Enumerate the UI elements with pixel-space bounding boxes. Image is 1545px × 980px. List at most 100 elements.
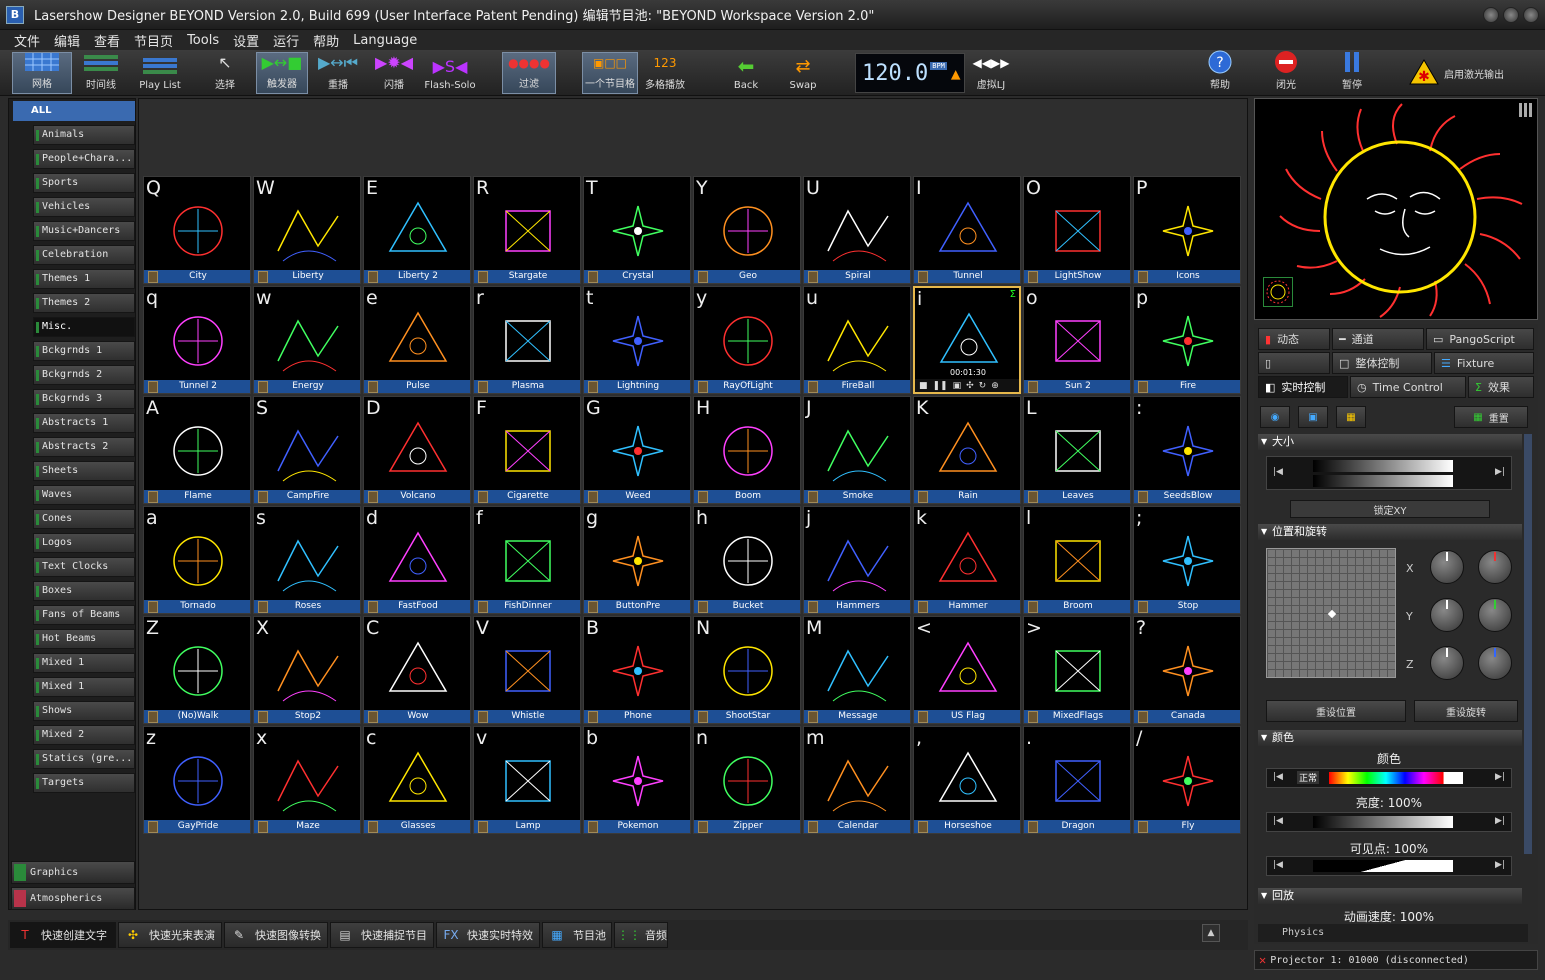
zone-view-button[interactable]: ▦ — [1336, 406, 1366, 428]
category-item[interactable]: Vehicles — [33, 197, 135, 217]
trigger-button[interactable]: ▶↔■ 触发器 — [256, 52, 308, 94]
cue-cell[interactable]: h Bucket — [693, 506, 801, 614]
minimize-button[interactable] — [1483, 7, 1499, 23]
maximize-button[interactable] — [1503, 7, 1519, 23]
cue-cell[interactable]: L Leaves — [1023, 396, 1131, 504]
cue-cell[interactable]: A Flame — [143, 396, 251, 504]
category-item[interactable]: Themes 1 — [33, 269, 135, 289]
close-button[interactable] — [1523, 7, 1539, 23]
x-rotation-knob[interactable] — [1478, 550, 1512, 584]
menu-help[interactable]: 帮助 — [313, 31, 339, 50]
replay-button[interactable]: ▶↔⏮ 重播 — [312, 52, 364, 94]
cue-cell[interactable]: > MixedFlags — [1023, 616, 1131, 724]
tab-document[interactable]: ▯ — [1258, 352, 1330, 374]
reset-rotation-button[interactable]: 重设旋转 — [1414, 700, 1518, 722]
cue-cell[interactable]: < US Flag — [913, 616, 1021, 724]
category-item[interactable]: Text Clocks — [33, 557, 135, 577]
cue-cell[interactable]: R Stargate — [473, 176, 581, 284]
tab-quick-text[interactable]: T 快速创建文字 — [10, 922, 116, 948]
projection-view-button[interactable]: ▣ — [1298, 406, 1328, 428]
y-rotation-knob[interactable] — [1478, 598, 1512, 632]
z-position-knob[interactable] — [1430, 646, 1464, 680]
cue-cell[interactable]: f FishDinner — [473, 506, 581, 614]
category-item[interactable]: Mixed 1 — [33, 677, 135, 697]
category-item[interactable]: Sports — [33, 173, 135, 193]
color-section-header[interactable]: 颜色 — [1258, 730, 1522, 746]
position-marker[interactable] — [1327, 609, 1337, 619]
cue-cell[interactable]: Z (No)Walk — [143, 616, 251, 724]
cue-cell[interactable]: b Pokemon — [583, 726, 691, 834]
menu-tools[interactable]: Tools — [187, 33, 219, 48]
position-rotation-header[interactable]: 位置和旋转 — [1258, 524, 1522, 540]
crosshair-icon[interactable]: ⊕ — [991, 381, 999, 391]
reset-button[interactable]: ▦ 重置 — [1454, 406, 1528, 428]
tab-time-control[interactable]: ◷ Time Control — [1350, 376, 1466, 398]
cue-cell[interactable]: H Boom — [693, 396, 801, 504]
stop-cue-icon[interactable]: ■ — [919, 381, 928, 391]
z-rotation-knob[interactable] — [1478, 646, 1512, 680]
cue-cell[interactable]: l Broom — [1023, 506, 1131, 614]
cue-cell[interactable]: D Volcano — [363, 396, 471, 504]
tab-global-control[interactable]: □ 整体控制 — [1332, 352, 1432, 374]
cue-cell[interactable]: p Fire — [1133, 286, 1241, 394]
panel-scrollbar[interactable] — [1524, 434, 1532, 854]
cue-cell[interactable]: W Liberty — [253, 176, 361, 284]
cue-cell[interactable]: x Maze — [253, 726, 361, 834]
category-item[interactable]: Mixed 1 — [33, 653, 135, 673]
cue-cell[interactable]: y RayOfLight — [693, 286, 801, 394]
virtual-lj-button[interactable]: ◀◀▶▶ 虚拟LJ — [966, 52, 1016, 94]
tab-dynamic[interactable]: ▮ 动态 — [1258, 328, 1330, 350]
flash-solo-button[interactable]: ▶S◀ Flash-Solo — [420, 52, 480, 94]
category-item[interactable]: People+Chara... — [33, 149, 135, 169]
cue-cell[interactable]: ; Stop — [1133, 506, 1241, 614]
menu-pages[interactable]: 节目页 — [134, 31, 173, 50]
size-slider[interactable]: |◀ ▶| — [1266, 456, 1512, 490]
color-slider[interactable]: |◀ 正常 ▶| — [1266, 768, 1512, 788]
rotate-icon[interactable]: ↻ — [979, 381, 987, 391]
cue-cell[interactable]: Y Geo — [693, 176, 801, 284]
cue-cell[interactable]: q Tunnel 2 — [143, 286, 251, 394]
tab-atmospherics[interactable]: Atmospherics — [11, 887, 135, 910]
category-item[interactable]: Celebration — [33, 245, 135, 265]
filter-button[interactable]: ●●●● 过滤 — [502, 52, 556, 94]
category-item[interactable]: Abstracts 2 — [33, 437, 135, 457]
cue-cell[interactable]: n Zipper — [693, 726, 801, 834]
lock-xy-button[interactable]: 锁定XY — [1290, 500, 1490, 518]
menu-file[interactable]: 文件 — [14, 31, 40, 50]
preview-thumbnail[interactable] — [1263, 277, 1293, 307]
cue-cell[interactable]: T Crystal — [583, 176, 691, 284]
category-item[interactable]: Mixed 2 — [33, 725, 135, 745]
cue-cell[interactable]: , Horseshoe — [913, 726, 1021, 834]
category-item[interactable]: Misc. — [33, 317, 135, 337]
multi-cue-button[interactable]: 123 多格播放 — [640, 52, 690, 94]
tab-quick-capture[interactable]: ▤ 快速捕捉节目 — [330, 922, 434, 948]
cue-cell[interactable]: r Plasma — [473, 286, 581, 394]
cue-cell[interactable]: C Wow — [363, 616, 471, 724]
select-button[interactable]: ↖ 选择 — [200, 52, 250, 94]
physics-row[interactable]: Physics — [1258, 924, 1528, 942]
cue-cell[interactable]: M Message — [803, 616, 911, 724]
x-position-knob[interactable] — [1430, 550, 1464, 584]
cue-cell[interactable]: . Dragon — [1023, 726, 1131, 834]
cue-cell[interactable]: V Whistle — [473, 616, 581, 724]
category-item[interactable]: Logos — [33, 533, 135, 553]
category-item[interactable]: Statics (gre... — [33, 749, 135, 769]
category-item[interactable]: Music+Dancers — [33, 221, 135, 241]
tab-live-control[interactable]: ◧ 实时控制 — [1258, 376, 1348, 398]
cue-cell[interactable]: K Rain — [913, 396, 1021, 504]
cue-cell[interactable]: k Hammer — [913, 506, 1021, 614]
cue-cell[interactable]: c Glasses — [363, 726, 471, 834]
tab-quick-effects[interactable]: FX 快速实时特效 — [436, 922, 540, 948]
cue-cell[interactable]: m Calendar — [803, 726, 911, 834]
preview-grid-icon[interactable] — [1519, 103, 1533, 117]
bpm-display[interactable]: 120.0 BPM ▲ — [855, 53, 965, 93]
cue-cell[interactable]: I Tunnel — [913, 176, 1021, 284]
window-icon[interactable]: ▣ — [953, 381, 962, 391]
category-item[interactable]: Fans of Beams — [33, 605, 135, 625]
blackout-button[interactable]: 闭光 — [1264, 51, 1308, 94]
cue-cell[interactable]: v Lamp — [473, 726, 581, 834]
cue-cell[interactable]: e Pulse — [363, 286, 471, 394]
size-section-header[interactable]: 大小 — [1258, 434, 1522, 450]
category-all[interactable]: ALL — [13, 101, 135, 121]
cue-cell[interactable]: : SeedsBlow — [1133, 396, 1241, 504]
